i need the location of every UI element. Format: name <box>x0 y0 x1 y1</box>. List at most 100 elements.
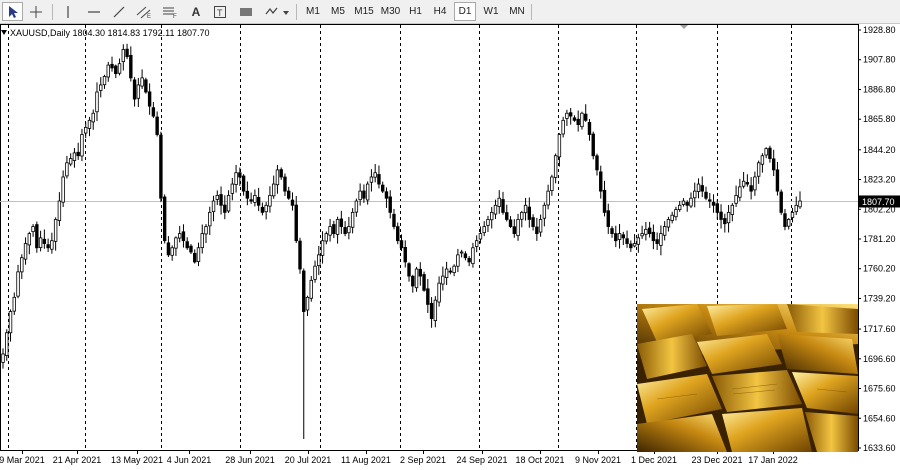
candle-body <box>95 91 99 113</box>
candle-body <box>5 332 9 357</box>
fibonacci-icon[interactable]: F <box>160 2 180 21</box>
timeframe-m1[interactable]: M1 <box>302 2 324 21</box>
candle-body <box>783 213 787 227</box>
candle-body <box>332 224 336 235</box>
candle-body <box>448 270 453 273</box>
candle-body <box>599 171 603 192</box>
x-tick-label: 1 Dec 2021 <box>631 455 677 465</box>
chart-shift-marker <box>680 25 688 29</box>
candle-body <box>132 79 137 100</box>
candle-body <box>196 247 201 262</box>
candle-body <box>290 199 295 206</box>
candle-body <box>414 268 419 289</box>
x-tick-label: 9 Mar 2021 <box>0 455 45 465</box>
timeframe-d1[interactable]: D1 <box>454 2 476 21</box>
trendline-icon[interactable] <box>109 2 129 21</box>
candle-body <box>68 158 73 165</box>
candle-body <box>512 226 516 235</box>
candle-body <box>452 265 456 273</box>
candle-body <box>234 172 238 185</box>
candle-body <box>764 148 768 156</box>
candle-body <box>568 112 573 117</box>
candle-body <box>655 239 659 244</box>
candle-body <box>298 240 302 270</box>
candle-body <box>256 197 261 206</box>
candle-body <box>775 169 780 192</box>
svg-text:E: E <box>147 14 151 19</box>
candle-body <box>768 147 772 159</box>
candle-body <box>531 217 535 227</box>
candle-body <box>249 199 253 202</box>
candle-body <box>407 263 411 277</box>
candle-body <box>753 176 757 191</box>
candle-body <box>91 112 95 123</box>
x-tick-label: 24 Sep 2021 <box>456 455 507 465</box>
timeframe-h1[interactable]: H1 <box>405 2 426 21</box>
candle-body <box>617 233 622 240</box>
vertical-line-icon[interactable] <box>58 2 78 21</box>
candle-body <box>245 190 250 199</box>
timeframe-h4[interactable]: H4 <box>429 2 451 21</box>
candle-body <box>629 243 633 249</box>
timeframe-mn[interactable]: MN <box>505 2 529 21</box>
timeframe-m30[interactable]: M30 <box>379 2 402 21</box>
candle-body <box>685 202 689 206</box>
equidistant-channel-icon[interactable]: E <box>134 2 154 21</box>
candle-body <box>283 176 287 192</box>
candle-body <box>219 194 223 206</box>
candle-body <box>384 191 389 199</box>
chart-area[interactable]: 9 Mar 2021 21 Apr 2021 13 May 2021 4 Jun 20… <box>0 24 900 470</box>
x-tick-label: 4 Jun 2021 <box>167 455 212 465</box>
candle-body <box>734 194 738 204</box>
candle-body <box>493 204 498 215</box>
candle-body <box>666 219 671 228</box>
candle-body <box>287 190 291 199</box>
candle-body <box>565 112 569 119</box>
y-tick-label: 1886.80 <box>863 84 896 94</box>
candle-body <box>27 233 32 246</box>
candle-body <box>309 279 313 299</box>
candle-body <box>388 196 392 213</box>
candle-body <box>726 211 731 224</box>
candle-body <box>271 183 276 197</box>
candle-body <box>693 190 697 199</box>
candle-body <box>177 233 182 239</box>
text-tool[interactable]: A <box>186 2 206 21</box>
candle-body <box>644 228 648 235</box>
candle-body <box>689 197 693 207</box>
candle-body <box>358 190 362 201</box>
y-tick-label: 1823.20 <box>863 175 896 185</box>
crosshair-icon[interactable] <box>25 2 47 21</box>
candle-body <box>343 227 347 235</box>
candle-body <box>738 186 742 198</box>
candle-body <box>610 228 614 235</box>
gold-bars-photo <box>637 304 858 452</box>
candle-body <box>155 116 159 135</box>
candle-body <box>584 113 588 121</box>
shapes-dropdown-icon[interactable] <box>262 2 292 21</box>
candle-body <box>437 282 441 303</box>
candle-body <box>381 184 385 192</box>
candle-body <box>181 231 186 242</box>
candle-body <box>193 252 197 263</box>
text-label-icon[interactable]: T <box>210 2 230 21</box>
y-tick-label: 1717.60 <box>863 324 896 334</box>
candle-body <box>230 183 235 194</box>
candle-body <box>749 185 753 192</box>
cursor-icon[interactable] <box>2 2 23 21</box>
candle-body <box>208 211 212 227</box>
rectangle-icon[interactable] <box>236 2 256 21</box>
candle-body <box>677 204 682 210</box>
candle-body <box>508 219 513 227</box>
timeframe-m5[interactable]: M5 <box>327 2 349 21</box>
candle-body <box>320 240 325 256</box>
candle-body <box>482 226 486 233</box>
timeframe-m15[interactable]: M15 <box>352 2 376 21</box>
horizontal-line-icon[interactable] <box>84 2 104 21</box>
candle-body <box>771 158 776 171</box>
timeframe-w1[interactable]: W1 <box>480 2 502 21</box>
candle-body <box>535 226 539 235</box>
candle-body <box>373 172 377 178</box>
candle-body <box>275 169 280 186</box>
candle-body <box>651 231 656 242</box>
